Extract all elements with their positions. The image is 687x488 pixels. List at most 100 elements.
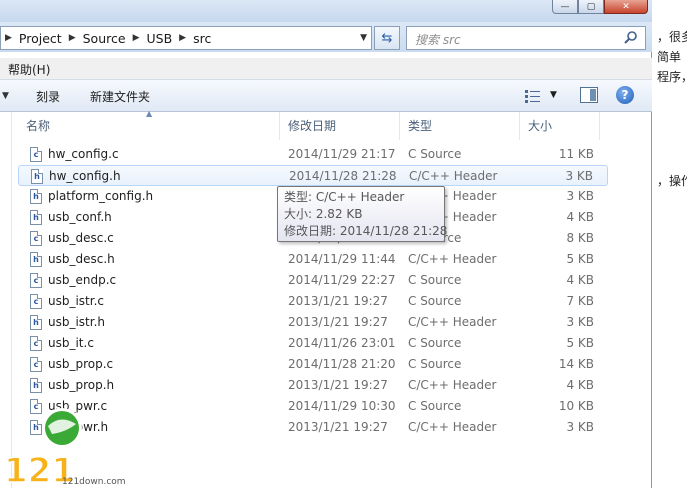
file-date: 2013/1/21 19:27 [288,294,388,308]
c-source-file-icon: c [30,231,42,246]
file-row[interactable]: c usb_prop.c 2014/11/28 21:20 C Source 14 KB [18,354,608,375]
background-text-line: 程序， [657,70,687,84]
menu-help[interactable]: 帮助(H) [8,61,50,78]
header-file-icon: h [30,210,42,225]
file-name[interactable]: usb_istr.c [48,294,104,308]
file-row[interactable]: c usb_it.c 2014/11/26 23:01 C Source 5 KB [18,333,608,354]
file-name[interactable]: hw_config.h [49,169,121,183]
file-size: 3 KB [566,420,594,434]
file-row[interactable]: h usb_istr.h 2013/1/21 19:27 C/C++ Header 3 … [18,312,608,333]
tooltip-type: 类型: C/C++ Header [284,190,405,204]
breadcrumb-project[interactable]: Project [16,27,65,49]
column-header-size[interactable]: 大小 [520,112,600,140]
breadcrumb-src[interactable]: src [190,27,214,49]
file-date: 2013/1/21 19:27 [288,315,388,329]
file-date: 2013/1/21 19:27 [288,378,388,392]
file-name[interactable]: usb_istr.h [48,315,105,329]
file-row[interactable]: h hw_config.h 2014/11/28 21:28 C/C++ Header… [18,165,608,186]
breadcrumb-chevron-icon[interactable]: ▶ [129,33,144,43]
file-name[interactable]: usb_conf.h [48,210,112,224]
help-icon[interactable]: ? [616,86,634,104]
file-type: C Source [408,294,462,308]
search-input[interactable]: 搜索 src [406,26,646,50]
file-size: 14 KB [558,357,594,371]
file-size: 4 KB [566,273,594,287]
background-text-line: 简单 [657,50,682,64]
watermark-logo: 121 下载站 121down.com [3,408,126,488]
breadcrumb-source[interactable]: Source [80,27,129,49]
refresh-icon: ⇆ [381,30,393,46]
file-size: 10 KB [558,399,594,413]
c-source-file-icon: c [30,273,42,288]
column-header-date[interactable]: 修改日期 [280,112,400,140]
toolbar-dropdown-icon[interactable]: ▼ [2,91,9,101]
watermark-url: 121down.com [62,477,126,487]
c-source-file-icon: c [30,147,42,162]
file-size: 4 KB [566,210,594,224]
breadcrumb-chevron-icon[interactable]: ▶ [1,33,16,43]
file-type: C Source [408,336,462,350]
burn-button[interactable]: 刻录 [36,88,60,105]
background-text-line: ，操作 [657,174,687,188]
search-icon[interactable] [623,30,639,46]
file-size: 3 KB [566,189,594,203]
view-dropdown-icon[interactable]: ▼ [550,90,557,100]
new-folder-button[interactable]: 新建文件夹 [90,88,150,105]
maximize-button[interactable]: ▢ [578,0,604,14]
file-date: 2014/11/29 21:17 [288,147,396,161]
refresh-button[interactable]: ⇆ [374,26,400,50]
file-date: 2014/11/26 23:01 [288,336,396,350]
file-size: 11 KB [558,147,594,161]
tooltip-date: 修改日期: 2014/11/28 21:28 [284,224,448,238]
column-headers: ▲ 名称 修改日期 类型 大小 [18,109,608,140]
address-row: ▶ Project ▶ Source ▶ USB ▶ src ▼ ⇆ 搜索 sr… [0,22,652,52]
file-date: 2014/11/29 10:30 [288,399,396,413]
file-name[interactable]: usb_prop.c [48,357,113,371]
breadcrumb-usb[interactable]: USB [143,27,175,49]
file-info-tooltip: 类型: C/C++ Header 大小: 2.82 KB 修改日期: 2014/… [277,186,448,242]
file-date: 2014/11/28 21:20 [288,357,396,371]
background-document: ，很多 简单 程序， ，操作 [653,0,687,488]
file-name[interactable]: usb_desc.c [48,231,114,245]
window-controls: — ▢ ✕ [552,0,648,14]
file-type: C Source [408,273,462,287]
header-file-icon: h [30,315,42,330]
c-source-file-icon: c [30,294,42,309]
menu-bar: 帮助(H) [0,58,652,80]
title-bar: — ▢ ✕ [0,0,652,22]
breadcrumb-chevron-icon[interactable]: ▶ [65,33,80,43]
file-name[interactable]: usb_prop.h [48,378,114,392]
column-header-type[interactable]: 类型 [400,112,520,140]
command-bar: ▼ 刻录 新建文件夹 ▼ ? [0,80,652,112]
file-row[interactable]: h usb_prop.h 2013/1/21 19:27 C/C++ Header 4 … [18,375,608,396]
column-header-name[interactable]: 名称 [18,112,280,140]
file-size: 7 KB [566,294,594,308]
file-row[interactable]: c usb_endp.c 2014/11/29 22:27 C Source 4 KB [18,270,608,291]
address-dropdown-icon[interactable]: ▼ [360,33,367,43]
file-type: C Source [408,399,462,413]
file-type: C/C++ Header [408,378,497,392]
address-bar[interactable]: ▶ Project ▶ Source ▶ USB ▶ src ▼ [0,26,372,50]
preview-pane-icon[interactable] [580,87,598,103]
file-type: C Source [408,357,462,371]
header-file-icon: h [30,378,42,393]
view-options-icon[interactable] [524,88,542,104]
file-row[interactable]: c usb_istr.c 2013/1/21 19:27 C Source 7 KB [18,291,608,312]
file-date: 2013/1/21 19:27 [288,420,388,434]
c-source-file-icon: c [30,357,42,372]
file-name[interactable]: usb_it.c [48,336,94,350]
header-file-icon: h [31,169,43,184]
file-name[interactable]: usb_endp.c [48,273,116,287]
close-button[interactable]: ✕ [604,0,648,14]
minimize-button[interactable]: — [552,0,578,14]
file-name[interactable]: usb_desc.h [48,252,115,266]
file-name[interactable]: hw_config.c [48,147,119,161]
file-size: 3 KB [566,315,594,329]
breadcrumb-chevron-icon[interactable]: ▶ [175,33,190,43]
file-row[interactable]: c hw_config.c 2014/11/29 21:17 C Source 11 K… [18,144,608,165]
file-name[interactable]: platform_config.h [48,189,153,203]
file-size: 5 KB [566,252,594,266]
file-size: 4 KB [566,378,594,392]
file-row[interactable]: h usb_desc.h 2014/11/29 11:44 C/C++ Header 5… [18,249,608,270]
file-date: 2014/11/29 11:44 [288,252,396,266]
